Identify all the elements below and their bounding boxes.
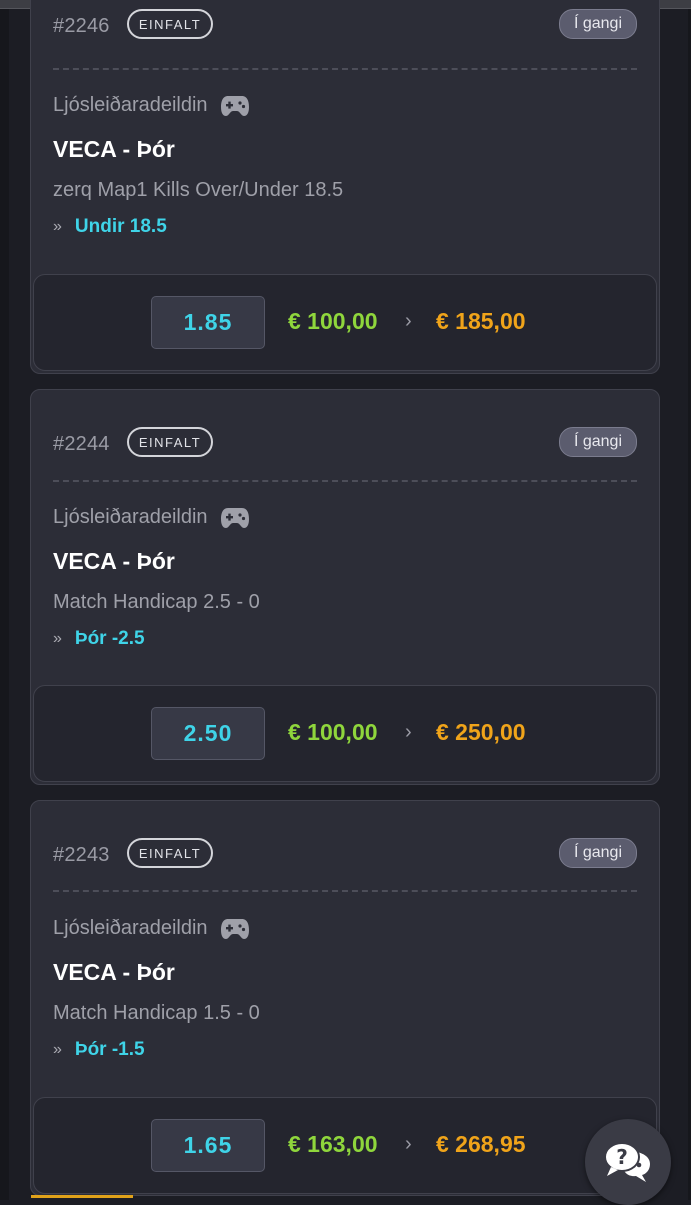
league-row: Ljósleiðaradeildin — [53, 506, 250, 529]
odds-box: 2.50 — [151, 707, 265, 760]
selection-pick: Undir 18.5 — [74, 216, 167, 237]
payout-amount: € 185,00 — [436, 308, 526, 334]
selection-row: » Undir 18.5 — [53, 216, 167, 238]
gamepad-icon — [220, 95, 249, 116]
payout-separator: › — [405, 721, 412, 743]
league-name: Ljósleiðaradeildin — [53, 506, 208, 528]
selection-marker: » — [53, 630, 62, 647]
match-teams: VECA - Þór — [53, 548, 175, 574]
odds-box: 1.85 — [151, 296, 265, 349]
stake-amount: € 100,00 — [288, 308, 378, 334]
gamepad-icon — [220, 507, 249, 528]
selection-marker: » — [53, 218, 62, 235]
ticket-divider — [53, 480, 637, 482]
help-chat-button[interactable]: ? — [585, 1119, 671, 1205]
bet-market: zerq Map1 Kills Over/Under 18.5 — [53, 179, 344, 201]
payout-amount: € 250,00 — [436, 719, 526, 745]
payout-amount: € 268,95 — [436, 1131, 526, 1157]
match-teams: VECA - Þór — [53, 136, 175, 162]
match-teams: VECA - Þór — [53, 959, 175, 985]
selection-pick: Þór -1.5 — [74, 1039, 145, 1060]
ticket-id: #2244 — [53, 433, 110, 455]
bet-summary-panel: 2.50 € 100,00 › € 250,00 — [33, 685, 657, 782]
bet-summary-panel: 1.65 € 163,00 › € 268,95 — [33, 1097, 657, 1194]
ticket-header: #2244 EINFALT Í gangi — [53, 427, 637, 461]
bet-ticket[interactable]: #2243 EINFALT Í gangi Ljósleiðaradeildin… — [30, 800, 660, 1196]
bet-type-badge: EINFALT — [127, 838, 213, 868]
selection-row: » Þór -2.5 — [53, 628, 145, 650]
bet-ticket[interactable]: #2244 EINFALT Í gangi Ljósleiðaradeildin… — [30, 389, 660, 785]
status-badge: Í gangi — [559, 427, 637, 457]
selection-marker: » — [53, 1041, 62, 1058]
league-name: Ljósleiðaradeildin — [53, 917, 208, 939]
payout-separator: › — [405, 310, 412, 332]
stake-amount: € 163,00 — [288, 1131, 378, 1157]
svg-text:?: ? — [616, 1145, 628, 1169]
stake-amount: € 100,00 — [288, 719, 378, 745]
selection-pick: Þór -2.5 — [74, 628, 145, 649]
bet-ticket[interactable]: #2246 EINFALT Í gangi Ljósleiðaradeildin… — [30, 0, 660, 374]
left-page-gutter — [0, 9, 9, 1200]
bet-market: Match Handicap 2.5 - 0 — [53, 591, 260, 613]
ticket-divider — [53, 890, 637, 892]
ticket-divider — [53, 68, 637, 70]
status-badge: Í gangi — [559, 9, 637, 39]
payout-separator: › — [405, 1133, 412, 1155]
ticket-id: #2246 — [53, 15, 110, 37]
league-name: Ljósleiðaradeildin — [53, 94, 208, 116]
bet-type-badge: EINFALT — [127, 427, 213, 457]
selection-row: » Þór -1.5 — [53, 1039, 145, 1061]
league-row: Ljósleiðaradeildin — [53, 917, 250, 940]
bet-summary-panel: 1.85 € 100,00 › € 185,00 — [33, 274, 657, 371]
gamepad-icon — [220, 918, 249, 939]
ticket-header: #2246 EINFALT Í gangi — [53, 9, 637, 43]
ticket-id: #2243 — [53, 844, 110, 866]
chat-help-icon: ? — [604, 1142, 650, 1182]
status-badge: Í gangi — [559, 838, 637, 868]
scroll-accent-bar — [31, 1195, 133, 1198]
ticket-header: #2243 EINFALT Í gangi — [53, 838, 637, 872]
league-row: Ljósleiðaradeildin — [53, 94, 250, 117]
bet-type-badge: EINFALT — [127, 9, 213, 39]
odds-box: 1.65 — [151, 1119, 265, 1172]
bet-market: Match Handicap 1.5 - 0 — [53, 1002, 260, 1024]
